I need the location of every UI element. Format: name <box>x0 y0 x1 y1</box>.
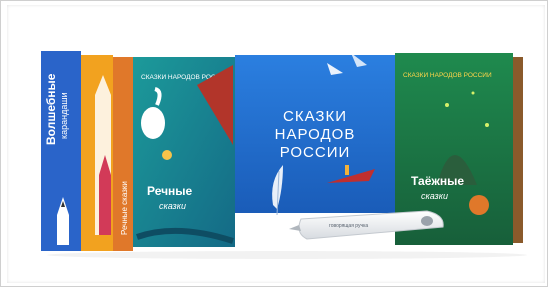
pen-button <box>421 216 433 226</box>
magic-pencils-subtitle: карандаши <box>59 92 69 139</box>
image-frame: Волшебные карандаши Речные сказки СКАЗКИ… <box>0 0 548 287</box>
pen-label: говорящая ручка <box>329 223 368 229</box>
taiga-tales-pages <box>513 57 523 243</box>
product-photo: Волшебные карандаши Речные сказки СКАЗКИ… <box>7 5 545 283</box>
pen-tip <box>289 225 301 231</box>
taiga-tales-cover-sub: сказки <box>421 191 448 201</box>
main-tales-line3: РОССИИ <box>280 144 351 161</box>
swan-figure <box>141 107 165 139</box>
book-set-illustration: Волшебные карандаши Речные сказки СКАЗКИ… <box>41 51 527 259</box>
river-tales-cover-sub: сказки <box>159 201 186 211</box>
main-tales-line2: НАРОДОВ <box>275 126 356 143</box>
river-tales-spine-text: Речные сказки <box>120 181 129 235</box>
magic-pencils-title: Волшебные <box>44 73 58 145</box>
book-river-tales: Речные сказки СКАЗКИ НАРОДОВ РОССИИ Речн… <box>113 57 235 251</box>
main-tales-line1: СКАЗКИ <box>283 108 347 125</box>
taiga-tales-cover-title: Таёжные <box>411 174 464 188</box>
fox-figure <box>469 195 489 215</box>
book-main-tales: СКАЗКИ НАРОДОВ РОССИИ <box>235 53 395 216</box>
book-magic-pencils: Волшебные карандаши <box>41 51 113 251</box>
taiga-tales-series: СКАЗКИ НАРОДОВ РОССИИ <box>403 72 492 79</box>
river-tales-cover-title: Речные <box>147 184 193 198</box>
